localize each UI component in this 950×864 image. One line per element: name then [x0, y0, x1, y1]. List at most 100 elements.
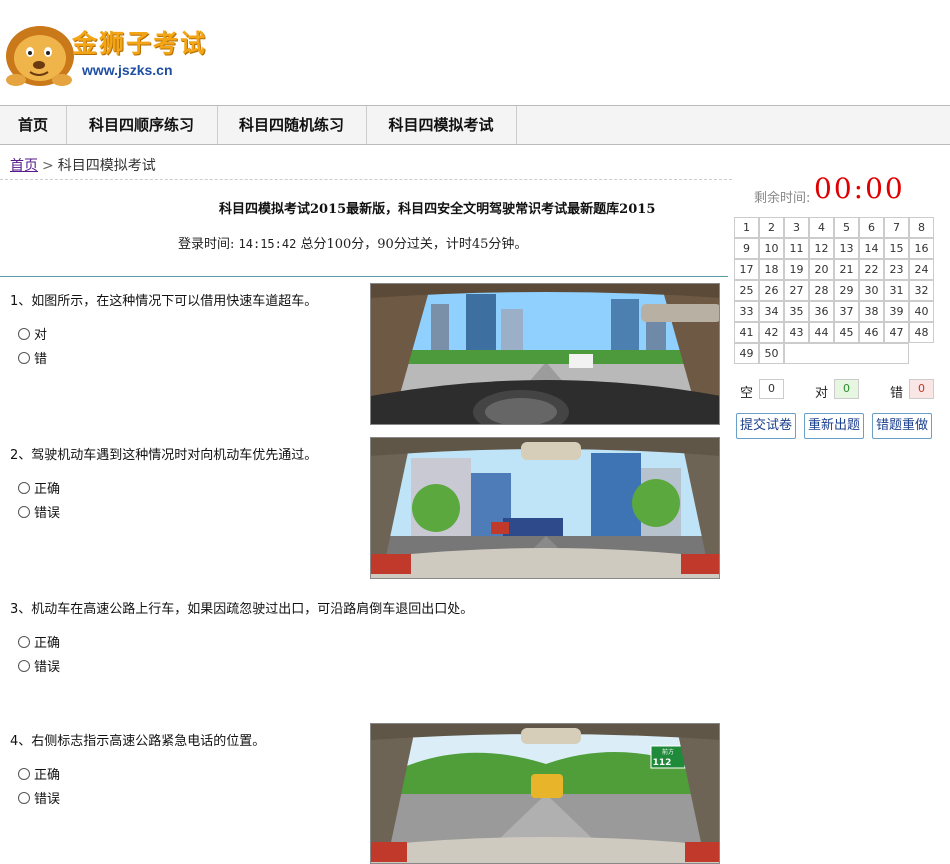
- answer-grid-cell[interactable]: 3: [784, 217, 809, 238]
- radio-icon[interactable]: [18, 635, 30, 648]
- answer-grid-cell[interactable]: 9: [734, 238, 759, 259]
- answer-grid-cell[interactable]: 25: [734, 280, 759, 301]
- answer-grid-cell[interactable]: 10: [759, 238, 784, 259]
- regenerate-button[interactable]: 重新出题: [804, 413, 864, 439]
- answer-grid-cell[interactable]: 2: [759, 217, 784, 238]
- answer-grid-cell[interactable]: 19: [784, 259, 809, 280]
- answer-grid-cell[interactable]: 16: [909, 238, 934, 259]
- answer-grid-cell[interactable]: 14: [859, 238, 884, 259]
- breadcrumb-current: 科目四模拟考试: [57, 158, 156, 174]
- q4-sign-number: 112: [653, 758, 672, 768]
- redo-wrong-button[interactable]: 错题重做: [872, 413, 932, 439]
- answer-grid-cell[interactable]: 11: [784, 238, 809, 259]
- question-3: 3、机动车在高速公路上行车，如果因疏忽驶过出口，可沿路肩倒车退回出口处。 正确 …: [10, 598, 730, 675]
- answer-grid-cell[interactable]: 30: [859, 280, 884, 301]
- question-2-image: [370, 437, 720, 579]
- answer-grid-cell[interactable]: 32: [909, 280, 934, 301]
- stat-empty-value: 0: [759, 379, 784, 399]
- answer-grid-cell[interactable]: 5: [834, 217, 859, 238]
- question-text: 3、机动车在高速公路上行车，如果因疏忽驶过出口，可沿路肩倒车退回出口处。: [10, 602, 474, 617]
- option-2-b[interactable]: 错误: [18, 502, 60, 521]
- answer-grid-cell[interactable]: 6: [859, 217, 884, 238]
- stat-wrong-label: 错: [890, 386, 904, 401]
- option-1-b[interactable]: 错: [18, 348, 47, 367]
- answer-grid-cell[interactable]: 34: [759, 301, 784, 322]
- question-1-image: [370, 283, 720, 425]
- answer-grid-cell[interactable]: 50: [759, 343, 784, 364]
- answer-grid-cell[interactable]: 47: [884, 322, 909, 343]
- submit-exam-button[interactable]: 提交试卷: [736, 413, 796, 439]
- answer-grid-cell[interactable]: 44: [809, 322, 834, 343]
- answer-grid-cell[interactable]: 49: [734, 343, 759, 364]
- answer-grid-cell[interactable]: 42: [759, 322, 784, 343]
- option-label: 正确: [34, 768, 61, 783]
- radio-icon[interactable]: [18, 481, 30, 494]
- site-logo[interactable]: 金狮子考试 www.jszks.cn: [2, 18, 205, 90]
- answer-grid-cell[interactable]: 41: [734, 322, 759, 343]
- answer-grid-cell[interactable]: 8: [909, 217, 934, 238]
- answer-grid-cell[interactable]: 35: [784, 301, 809, 322]
- answer-grid-cell[interactable]: 24: [909, 259, 934, 280]
- option-label: 错误: [34, 660, 61, 675]
- radio-icon[interactable]: [18, 505, 30, 518]
- radio-icon[interactable]: [18, 791, 30, 804]
- option-4-a[interactable]: 正确: [18, 764, 60, 783]
- option-2-a[interactable]: 正确: [18, 478, 60, 497]
- answer-grid-cell[interactable]: 38: [859, 301, 884, 322]
- login-label: 登录时间:: [178, 237, 235, 252]
- answer-grid-cell[interactable]: 15: [884, 238, 909, 259]
- answer-grid-cell[interactable]: 13: [834, 238, 859, 259]
- stat-right-value: 0: [834, 379, 859, 399]
- nav-home[interactable]: 首页: [0, 106, 67, 144]
- radio-icon[interactable]: [18, 659, 30, 672]
- stat-right-label: 对: [815, 386, 829, 401]
- answer-grid-cell[interactable]: 17: [734, 259, 759, 280]
- answer-grid-cell[interactable]: 27: [784, 280, 809, 301]
- nav-random-practice[interactable]: 科目四随机练习: [217, 106, 367, 144]
- answer-grid-cell[interactable]: 26: [759, 280, 784, 301]
- breadcrumb-home-link[interactable]: 首页: [10, 158, 38, 174]
- main-nav: 首页 科目四顺序练习 科目四随机练习 科目四模拟考试: [0, 105, 950, 145]
- page-title: 科目四模拟考试2015最新版，科目四安全文明驾驶常识考试最新题库2015: [219, 202, 656, 217]
- exam-rules: 总分100分，90分过关，计时45分钟。: [300, 237, 528, 252]
- answer-grid-cell[interactable]: 20: [809, 259, 834, 280]
- answer-grid-cell[interactable]: 4: [809, 217, 834, 238]
- answer-grid-cell[interactable]: 48: [909, 322, 934, 343]
- answer-grid-cell[interactable]: 18: [759, 259, 784, 280]
- answer-grid-cell[interactable]: 29: [834, 280, 859, 301]
- option-3-a[interactable]: 正确: [18, 632, 60, 651]
- answer-grid-cell[interactable]: 12: [809, 238, 834, 259]
- answer-grid-cell[interactable]: 28: [809, 280, 834, 301]
- answer-grid-cell[interactable]: 46: [859, 322, 884, 343]
- stat-wrong-value: 0: [909, 379, 934, 399]
- answer-grid-cell[interactable]: 36: [809, 301, 834, 322]
- title-divider: [0, 276, 728, 277]
- answer-grid-cell[interactable]: 22: [859, 259, 884, 280]
- option-1-a[interactable]: 对: [18, 324, 47, 343]
- answer-grid-cell[interactable]: 43: [784, 322, 809, 343]
- option-label: 错: [34, 352, 48, 367]
- option-label: 错误: [34, 792, 61, 807]
- option-4-b[interactable]: 错误: [18, 788, 60, 807]
- answer-grid-cell[interactable]: 23: [884, 259, 909, 280]
- breadcrumb-separator: >: [42, 158, 54, 174]
- nav-sequential-practice[interactable]: 科目四顺序练习: [66, 106, 218, 144]
- nav-mock-exam[interactable]: 科目四模拟考试: [366, 106, 517, 144]
- answer-grid-cell[interactable]: 37: [834, 301, 859, 322]
- answer-grid-cell[interactable]: 31: [884, 280, 909, 301]
- answer-grid-cell[interactable]: 40: [909, 301, 934, 322]
- login-info: 登录时间: 14:15:42 总分100分，90分过关，计时45分钟。: [178, 233, 527, 252]
- radio-icon[interactable]: [18, 327, 30, 340]
- answer-grid-cell[interactable]: 39: [884, 301, 909, 322]
- answer-grid-cell[interactable]: 33: [734, 301, 759, 322]
- login-time: 14:15:42: [238, 237, 297, 251]
- answer-grid-cell[interactable]: 7: [884, 217, 909, 238]
- radio-icon[interactable]: [18, 767, 30, 780]
- answer-grid-cell[interactable]: 21: [834, 259, 859, 280]
- radio-icon[interactable]: [18, 351, 30, 364]
- answer-grid-cell[interactable]: 1: [734, 217, 759, 238]
- option-label: 正确: [34, 636, 61, 651]
- answer-grid-cell[interactable]: 45: [834, 322, 859, 343]
- driving-scene-expressway-icon: 前方 112: [371, 724, 719, 863]
- option-3-b[interactable]: 错误: [18, 656, 60, 675]
